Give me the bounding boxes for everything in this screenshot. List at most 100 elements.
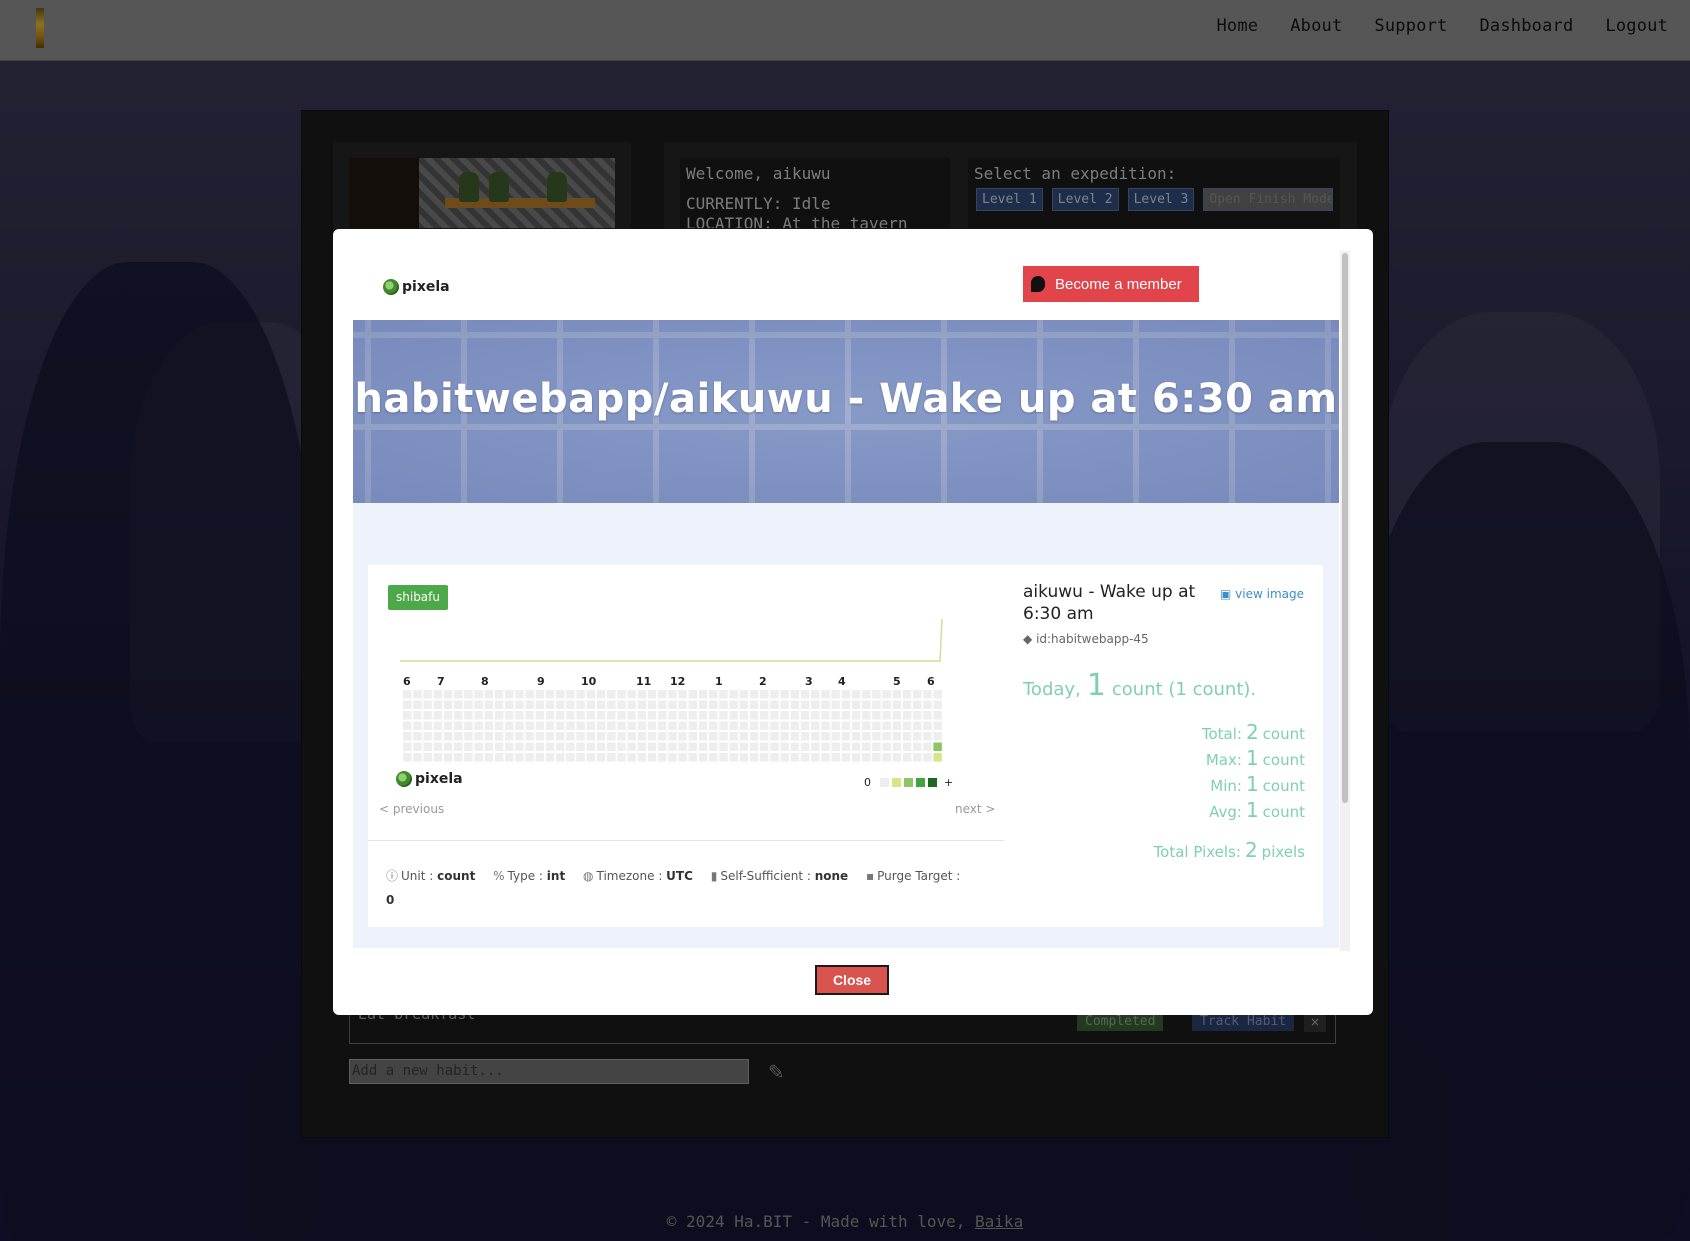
heatmap-cell[interactable] xyxy=(923,690,932,699)
heatmap-cell[interactable] xyxy=(494,711,504,720)
heatmap-cell[interactable] xyxy=(749,700,759,710)
heatmap-cell[interactable] xyxy=(433,721,443,731)
heatmap-cell[interactable] xyxy=(902,700,912,710)
heatmap-cell[interactable] xyxy=(709,721,718,731)
heatmap-cell[interactable] xyxy=(780,721,789,731)
heatmap-cell[interactable] xyxy=(433,732,443,741)
heatmap-cell[interactable] xyxy=(729,742,738,752)
heatmap-cell[interactable] xyxy=(556,721,565,731)
heatmap-cell[interactable] xyxy=(851,721,861,731)
heatmap-cell[interactable] xyxy=(647,742,657,752)
heatmap-cell[interactable] xyxy=(576,753,585,762)
heatmap-cell[interactable] xyxy=(729,711,738,720)
heatmap-cell[interactable] xyxy=(933,742,942,752)
heatmap-cell[interactable] xyxy=(739,753,749,762)
heatmap-cell[interactable] xyxy=(811,732,820,741)
heatmap-cell[interactable] xyxy=(780,700,789,710)
heatmap-cell[interactable] xyxy=(678,721,687,731)
heatmap-cell[interactable] xyxy=(413,721,422,731)
heatmap-cell[interactable] xyxy=(535,690,545,699)
heatmap-cell[interactable] xyxy=(627,753,636,762)
heatmap-cell[interactable] xyxy=(770,690,779,699)
heatmap-cell[interactable] xyxy=(923,711,932,720)
heatmap-cell[interactable] xyxy=(729,753,738,762)
heatmap-cell[interactable] xyxy=(576,711,585,720)
heatmap-cell[interactable] xyxy=(882,753,891,762)
heatmap-cell[interactable] xyxy=(780,742,789,752)
heatmap-cell[interactable] xyxy=(821,711,830,720)
heatmap-cell[interactable] xyxy=(811,721,820,731)
heatmap-cell[interactable] xyxy=(872,721,881,731)
heatmap-cell[interactable] xyxy=(749,742,759,752)
heatmap-cell[interactable] xyxy=(647,711,657,720)
heatmap-cell[interactable] xyxy=(872,700,881,710)
heatmap-cell[interactable] xyxy=(933,690,942,699)
heatmap-cell[interactable] xyxy=(902,742,912,752)
heatmap-cell[interactable] xyxy=(668,690,677,699)
heatmap-cell[interactable] xyxy=(443,711,453,720)
heatmap-cell[interactable] xyxy=(790,700,800,710)
heatmap-cell[interactable] xyxy=(627,700,636,710)
heatmap-cell[interactable] xyxy=(872,711,881,720)
heatmap-cell[interactable] xyxy=(525,711,534,720)
heatmap-cell[interactable] xyxy=(607,721,616,731)
heatmap-cell[interactable] xyxy=(892,732,902,741)
heatmap-cell[interactable] xyxy=(545,711,555,720)
heatmap-cell[interactable] xyxy=(851,753,861,762)
heatmap-cell[interactable] xyxy=(678,742,687,752)
heatmap-cell[interactable] xyxy=(586,742,596,752)
heatmap-cell[interactable] xyxy=(913,711,922,720)
heatmap-cell[interactable] xyxy=(443,753,453,762)
heatmap-cell[interactable] xyxy=(719,700,728,710)
heatmap-cell[interactable] xyxy=(892,742,902,752)
heatmap-cell[interactable] xyxy=(637,732,647,741)
heatmap-cell[interactable] xyxy=(760,700,769,710)
heatmap-cell[interactable] xyxy=(698,700,708,710)
heatmap-cell[interactable] xyxy=(800,721,810,731)
heatmap-cell[interactable] xyxy=(698,721,708,731)
heatmap-cell[interactable] xyxy=(658,742,667,752)
heatmap-cell[interactable] xyxy=(525,732,534,741)
heatmap-cell[interactable] xyxy=(841,690,851,699)
heatmap-cell[interactable] xyxy=(923,742,932,752)
heatmap-cell[interactable] xyxy=(851,711,861,720)
heatmap-cell[interactable] xyxy=(719,732,728,741)
heatmap-cell[interactable] xyxy=(637,711,647,720)
heatmap-cell[interactable] xyxy=(913,732,922,741)
heatmap-cell[interactable] xyxy=(535,711,545,720)
heatmap-cell[interactable] xyxy=(688,742,698,752)
heatmap-cell[interactable] xyxy=(474,690,483,699)
heatmap-cell[interactable] xyxy=(423,721,432,731)
heatmap-cell[interactable] xyxy=(739,742,749,752)
heatmap-cell[interactable] xyxy=(433,742,443,752)
heatmap-cell[interactable] xyxy=(607,753,616,762)
heatmap-cell[interactable] xyxy=(637,700,647,710)
heatmap-cell[interactable] xyxy=(933,753,942,762)
heatmap-cell[interactable] xyxy=(851,732,861,741)
heatmap-cell[interactable] xyxy=(658,690,667,699)
heatmap-cell[interactable] xyxy=(505,753,514,762)
heatmap-cell[interactable] xyxy=(770,732,779,741)
heatmap-cell[interactable] xyxy=(617,711,626,720)
heatmap-cell[interactable] xyxy=(525,753,534,762)
heatmap-cell[interactable] xyxy=(688,732,698,741)
heatmap-cell[interactable] xyxy=(841,721,851,731)
heatmap-cell[interactable] xyxy=(678,700,687,710)
heatmap-cell[interactable] xyxy=(902,711,912,720)
heatmap-cell[interactable] xyxy=(525,742,534,752)
heatmap-cell[interactable] xyxy=(923,753,932,762)
heatmap-cell[interactable] xyxy=(545,753,555,762)
next-link[interactable]: next > xyxy=(955,802,995,816)
heatmap-cell[interactable] xyxy=(586,711,596,720)
heatmap-cell[interactable] xyxy=(566,742,575,752)
heatmap-cell[interactable] xyxy=(668,700,677,710)
heatmap-cell[interactable] xyxy=(586,690,596,699)
heatmap-cell[interactable] xyxy=(831,732,840,741)
become-member-button[interactable]: Become a member xyxy=(1023,266,1199,302)
heatmap-cell[interactable] xyxy=(811,711,820,720)
heatmap-cell[interactable] xyxy=(749,753,759,762)
heatmap-cell[interactable] xyxy=(913,742,922,752)
heatmap-cell[interactable] xyxy=(607,732,616,741)
heatmap-cell[interactable] xyxy=(413,732,422,741)
heatmap-cell[interactable] xyxy=(882,690,891,699)
